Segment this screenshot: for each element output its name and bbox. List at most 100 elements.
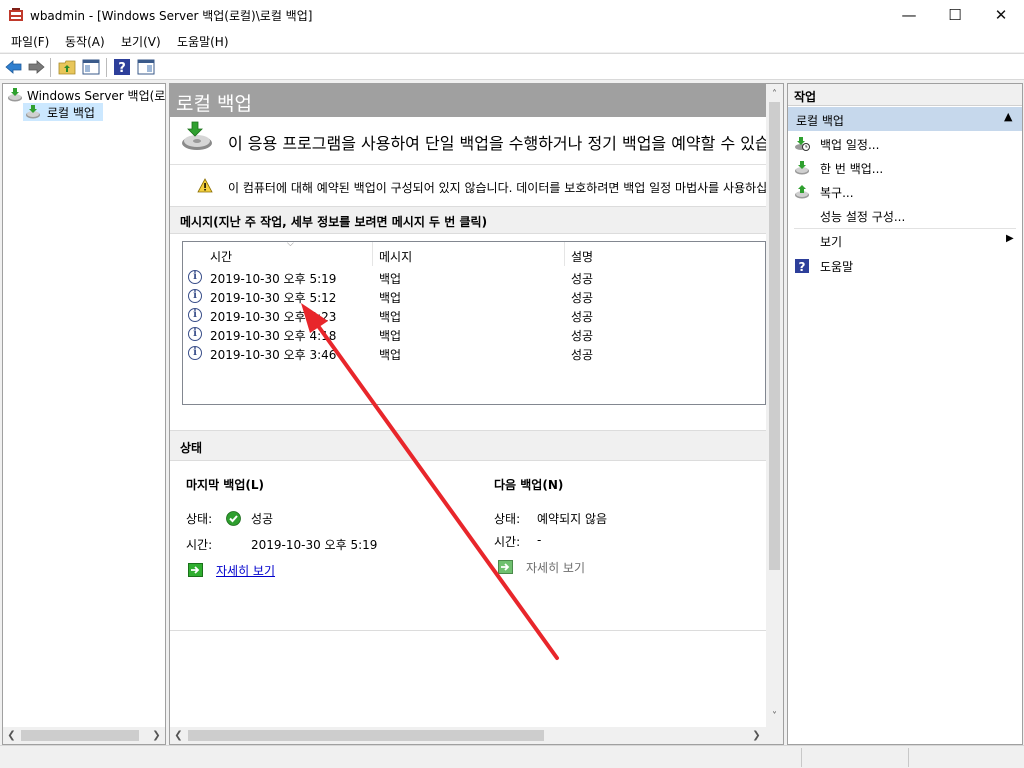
- last-status-label: 상태:: [186, 512, 213, 526]
- pane-header: 로컬 백업: [170, 84, 766, 117]
- help-icon[interactable]: ?: [113, 58, 131, 76]
- action-section-label: 로컬 백업: [796, 114, 844, 128]
- show-hide-action-pane-icon[interactable]: [137, 58, 155, 76]
- help-icon: ?: [795, 259, 809, 274]
- info-icon: i: [188, 346, 202, 360]
- action-backup-once[interactable]: 한 번 백업...: [788, 156, 1022, 180]
- local-backup-icon: [26, 105, 40, 119]
- status-bar-divider: [801, 748, 802, 767]
- row-message: 백업: [379, 272, 402, 286]
- close-button[interactable]: ✕: [978, 0, 1024, 30]
- title-bar: wbadmin - [Windows Server 백업(로컬)\로컬 백업] …: [0, 0, 1024, 30]
- row-time: 2019-10-30 오후 5:19: [210, 272, 337, 286]
- maximize-button[interactable]: ☐: [932, 0, 978, 30]
- svg-text:?: ?: [118, 61, 126, 76]
- page-title: 로컬 백업: [176, 93, 252, 115]
- up-folder-icon[interactable]: [58, 58, 76, 76]
- action-section-local-backup[interactable]: 로컬 백업 ▲: [788, 107, 1022, 131]
- back-arrow-icon[interactable]: [5, 58, 23, 76]
- next-backup-details-link: 자세히 보기: [526, 561, 586, 575]
- column-header-time[interactable]: 시간: [183, 242, 373, 266]
- tree-item-root[interactable]: Windows Server 백업(로컬): [5, 86, 165, 104]
- results-vertical-scrollbar[interactable]: ˄ ˅: [766, 84, 783, 727]
- scroll-left-arrow-icon[interactable]: ❮: [170, 727, 187, 744]
- menu-help[interactable]: 도움말(H): [177, 33, 229, 50]
- forward-arrow-icon[interactable]: [27, 58, 45, 76]
- minimize-button[interactable]: —: [886, 0, 932, 30]
- last-backup-details-link[interactable]: 자세히 보기: [216, 562, 275, 579]
- warning-icon: [197, 178, 213, 193]
- table-row[interactable]: i 2019-10-30 오후 4:23 백업 성공: [183, 306, 763, 325]
- show-hide-tree-icon[interactable]: [82, 58, 100, 76]
- action-performance-settings[interactable]: 성능 설정 구성...: [788, 204, 1022, 228]
- table-row[interactable]: i 2019-10-30 오후 5:12 백업 성공: [183, 287, 763, 306]
- collapse-up-icon[interactable]: ▲: [1004, 110, 1012, 123]
- results-horizontal-scrollbar[interactable]: ❮ ❯: [170, 727, 766, 744]
- column-header-message[interactable]: 메시지: [373, 242, 565, 266]
- scroll-right-arrow-icon[interactable]: ❯: [148, 727, 165, 744]
- submenu-arrow-icon: ▶: [1006, 233, 1014, 244]
- row-description: 성공: [571, 310, 594, 324]
- action-label: 백업 일정...: [820, 138, 880, 152]
- backup-once-icon: [795, 161, 809, 175]
- column-header-description[interactable]: 설명: [565, 242, 765, 266]
- action-help[interactable]: ? 도움말: [788, 254, 1022, 278]
- success-check-icon: [226, 511, 241, 526]
- menu-file[interactable]: 파일(F): [11, 33, 49, 50]
- tree-root-label: Windows Server 백업(로컬): [27, 89, 165, 103]
- action-pane-title: 작업: [794, 90, 817, 104]
- divider: [170, 630, 766, 631]
- scrollbar-thumb[interactable]: [769, 102, 780, 570]
- info-icon: i: [188, 308, 202, 322]
- scroll-corner: [766, 727, 783, 744]
- row-description: 성공: [571, 329, 594, 343]
- action-view[interactable]: 보기 ▶: [788, 229, 1022, 253]
- row-time: 2019-10-30 오후 4:23: [210, 310, 337, 324]
- svg-text:?: ?: [799, 260, 806, 274]
- row-message: 백업: [379, 329, 402, 343]
- app-icon: [9, 8, 23, 21]
- go-arrow-icon: [188, 563, 203, 577]
- row-message: 백업: [379, 291, 402, 305]
- scrollbar-thumb[interactable]: [188, 730, 544, 741]
- recover-icon: [795, 185, 809, 199]
- action-recover[interactable]: 복구...: [788, 180, 1022, 204]
- console-tree: Windows Server 백업(로컬) 로컬 백업 ❮ ❯: [2, 83, 166, 745]
- action-label: 도움말: [820, 260, 854, 274]
- scroll-left-arrow-icon[interactable]: ❮: [3, 727, 20, 744]
- intro-text: 이 응용 프로그램을 사용하여 단일 백업을 수행하거나 정기 백업을 예약할 …: [228, 134, 784, 153]
- row-description: 성공: [571, 291, 594, 305]
- table-row[interactable]: i 2019-10-30 오후 3:46 백업 성공: [183, 344, 763, 363]
- tree-item-local-backup[interactable]: 로컬 백업: [23, 103, 103, 121]
- next-backup-title: 다음 백업(N): [494, 478, 564, 492]
- wbadmin-window: wbadmin - [Windows Server 백업(로컬)\로컬 백업] …: [0, 0, 1024, 768]
- toolbar-separator: [50, 58, 51, 77]
- messages-list[interactable]: ⌵ 시간 메시지 설명 i 2019-10-30 오후 5:19 백업 성공 i: [182, 241, 766, 405]
- divider: [170, 164, 766, 165]
- menu-view[interactable]: 보기(V): [121, 33, 161, 50]
- backup-drive-icon: [182, 121, 212, 150]
- messages-title: 메시지(지난 주 작업, 세부 정보를 보려면 메시지 두 번 클릭): [180, 215, 488, 229]
- info-icon: i: [188, 327, 202, 341]
- last-status-value: 성공: [251, 512, 274, 526]
- info-icon: i: [188, 270, 202, 284]
- table-row[interactable]: i 2019-10-30 오후 4:18 백업 성공: [183, 325, 763, 344]
- action-label: 복구...: [820, 186, 854, 200]
- tree-horizontal-scrollbar[interactable]: ❮ ❯: [3, 727, 165, 744]
- scrollbar-thumb[interactable]: [21, 730, 139, 741]
- last-time-value: 2019-10-30 오후 5:19: [251, 538, 378, 552]
- scroll-down-arrow-icon[interactable]: ˅: [766, 708, 783, 725]
- status-bar: [0, 745, 1024, 768]
- action-label: 한 번 백업...: [820, 162, 884, 176]
- row-time: 2019-10-30 오후 3:46: [210, 348, 337, 362]
- tree-child-label: 로컬 백업: [47, 106, 95, 120]
- action-pane: 작업 로컬 백업 ▲ 백업 일정... 한 번 백업... 복구... 성능 설…: [787, 83, 1023, 745]
- action-backup-schedule[interactable]: 백업 일정...: [788, 132, 1022, 156]
- backup-server-icon: [8, 88, 22, 102]
- status-bar-divider: [908, 748, 909, 767]
- scroll-up-arrow-icon[interactable]: ˄: [766, 86, 783, 103]
- scroll-right-arrow-icon[interactable]: ❯: [748, 727, 765, 744]
- table-row[interactable]: i 2019-10-30 오후 5:19 백업 성공: [183, 268, 763, 287]
- next-status-value: 예약되지 않음: [537, 512, 608, 526]
- menu-action[interactable]: 동작(A): [65, 33, 105, 50]
